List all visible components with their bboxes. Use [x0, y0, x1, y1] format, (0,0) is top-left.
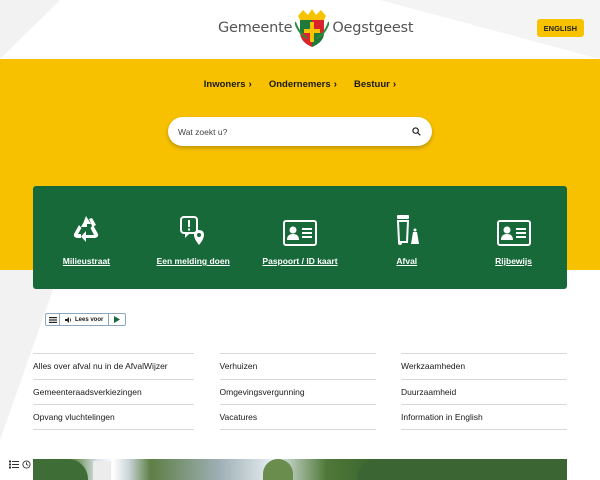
links-column: Werkzaamheden Duurzaamheid Information i…	[401, 353, 567, 430]
quick-link-label: Paspoort / ID kaart	[262, 256, 338, 266]
link-werkzaamheden[interactable]: Werkzaamheden	[401, 353, 567, 379]
link-vacatures[interactable]: Vacatures	[219, 404, 376, 430]
quick-links-panel: Milieustraat Een melding doen Paspoort /…	[33, 186, 567, 289]
main-navigation: Inwoners › Ondernemers › Bestuur ›	[0, 79, 600, 90]
clock-icon[interactable]	[22, 460, 31, 469]
listen-label: Lees voor	[75, 316, 104, 323]
accessibility-toolbar	[9, 460, 31, 469]
chevron-right-icon: ›	[248, 79, 252, 90]
logo-word-left: Gemeente	[218, 20, 293, 36]
popular-links: Alles over afval nu in de AfvalWijzer Ge…	[33, 353, 567, 430]
id-card-icon	[282, 212, 317, 246]
photo-tree	[263, 459, 293, 480]
link-opvang-vluchtelingen[interactable]: Opvang vluchtelingen	[33, 404, 194, 430]
photo-tree	[357, 459, 567, 480]
listen-button[interactable]: Lees voor	[60, 314, 110, 325]
quick-link-label: Milieustraat	[62, 256, 111, 266]
nav-item-label: Inwoners	[203, 79, 246, 90]
quick-link-rijbewijs[interactable]: Rijbewijs	[464, 212, 564, 266]
play-icon[interactable]	[109, 314, 125, 325]
link-verhuizen[interactable]: Verhuizen	[219, 353, 376, 379]
link-gemeenteraadsverkiezingen[interactable]: Gemeenteraadsverkiezingen	[33, 378, 194, 405]
coat-of-arms-icon	[295, 9, 330, 47]
recycle-icon	[70, 212, 102, 246]
site-logo[interactable]: Gemeente Oegstgeest	[218, 8, 414, 48]
license-card-icon	[496, 212, 531, 246]
speaker-icon	[65, 316, 72, 323]
link-information-in-english[interactable]: Information in English	[401, 404, 567, 430]
search-input[interactable]	[178, 126, 410, 137]
quick-link-label: Afval	[396, 256, 418, 266]
chevron-right-icon: ›	[333, 79, 337, 90]
photo-tree	[33, 459, 88, 480]
waste-bin-icon	[394, 212, 420, 246]
quick-link-milieustraat[interactable]: Milieustraat	[36, 212, 136, 266]
quick-link-melding[interactable]: Een melding doen	[143, 212, 243, 266]
english-language-button[interactable]: ENGLISH	[536, 19, 584, 37]
search-box	[168, 117, 432, 146]
link-duurzaamheid[interactable]: Duurzaamheid	[401, 378, 567, 405]
links-column: Alles over afval nu in de AfvalWijzer Ge…	[33, 353, 194, 430]
nav-item-ondernemers[interactable]: Ondernemers ›	[269, 79, 337, 90]
list-check-icon[interactable]	[9, 460, 19, 469]
nav-item-inwoners[interactable]: Inwoners ›	[204, 79, 252, 90]
nav-item-bestuur[interactable]: Bestuur ›	[354, 79, 396, 90]
search-icon[interactable]	[410, 126, 422, 138]
nav-item-label: Bestuur	[353, 79, 390, 90]
hero-photo	[33, 459, 567, 480]
readspeaker-player: Lees voor	[45, 313, 127, 326]
chevron-right-icon: ›	[392, 79, 397, 90]
site-header: Gemeente Oegstgeest ENGLISH	[0, 0, 600, 59]
quick-link-paspoort[interactable]: Paspoort / ID kaart	[250, 212, 350, 266]
nav-item-label: Ondernemers	[268, 79, 331, 90]
links-column: Verhuizen Omgevingsvergunning Vacatures	[219, 353, 376, 430]
quick-link-label: Een melding doen	[156, 256, 230, 266]
report-location-icon	[180, 212, 206, 246]
quick-link-label: Rijbewijs	[495, 256, 532, 266]
link-omgevingsvergunning[interactable]: Omgevingsvergunning	[219, 378, 376, 405]
link-afvalwijzer[interactable]: Alles over afval nu in de AfvalWijzer	[33, 353, 194, 379]
quick-link-afval[interactable]: Afval	[357, 212, 457, 266]
menu-icon[interactable]	[46, 314, 60, 325]
logo-word-right: Oegstgeest	[332, 20, 414, 36]
photo-building	[93, 461, 111, 480]
